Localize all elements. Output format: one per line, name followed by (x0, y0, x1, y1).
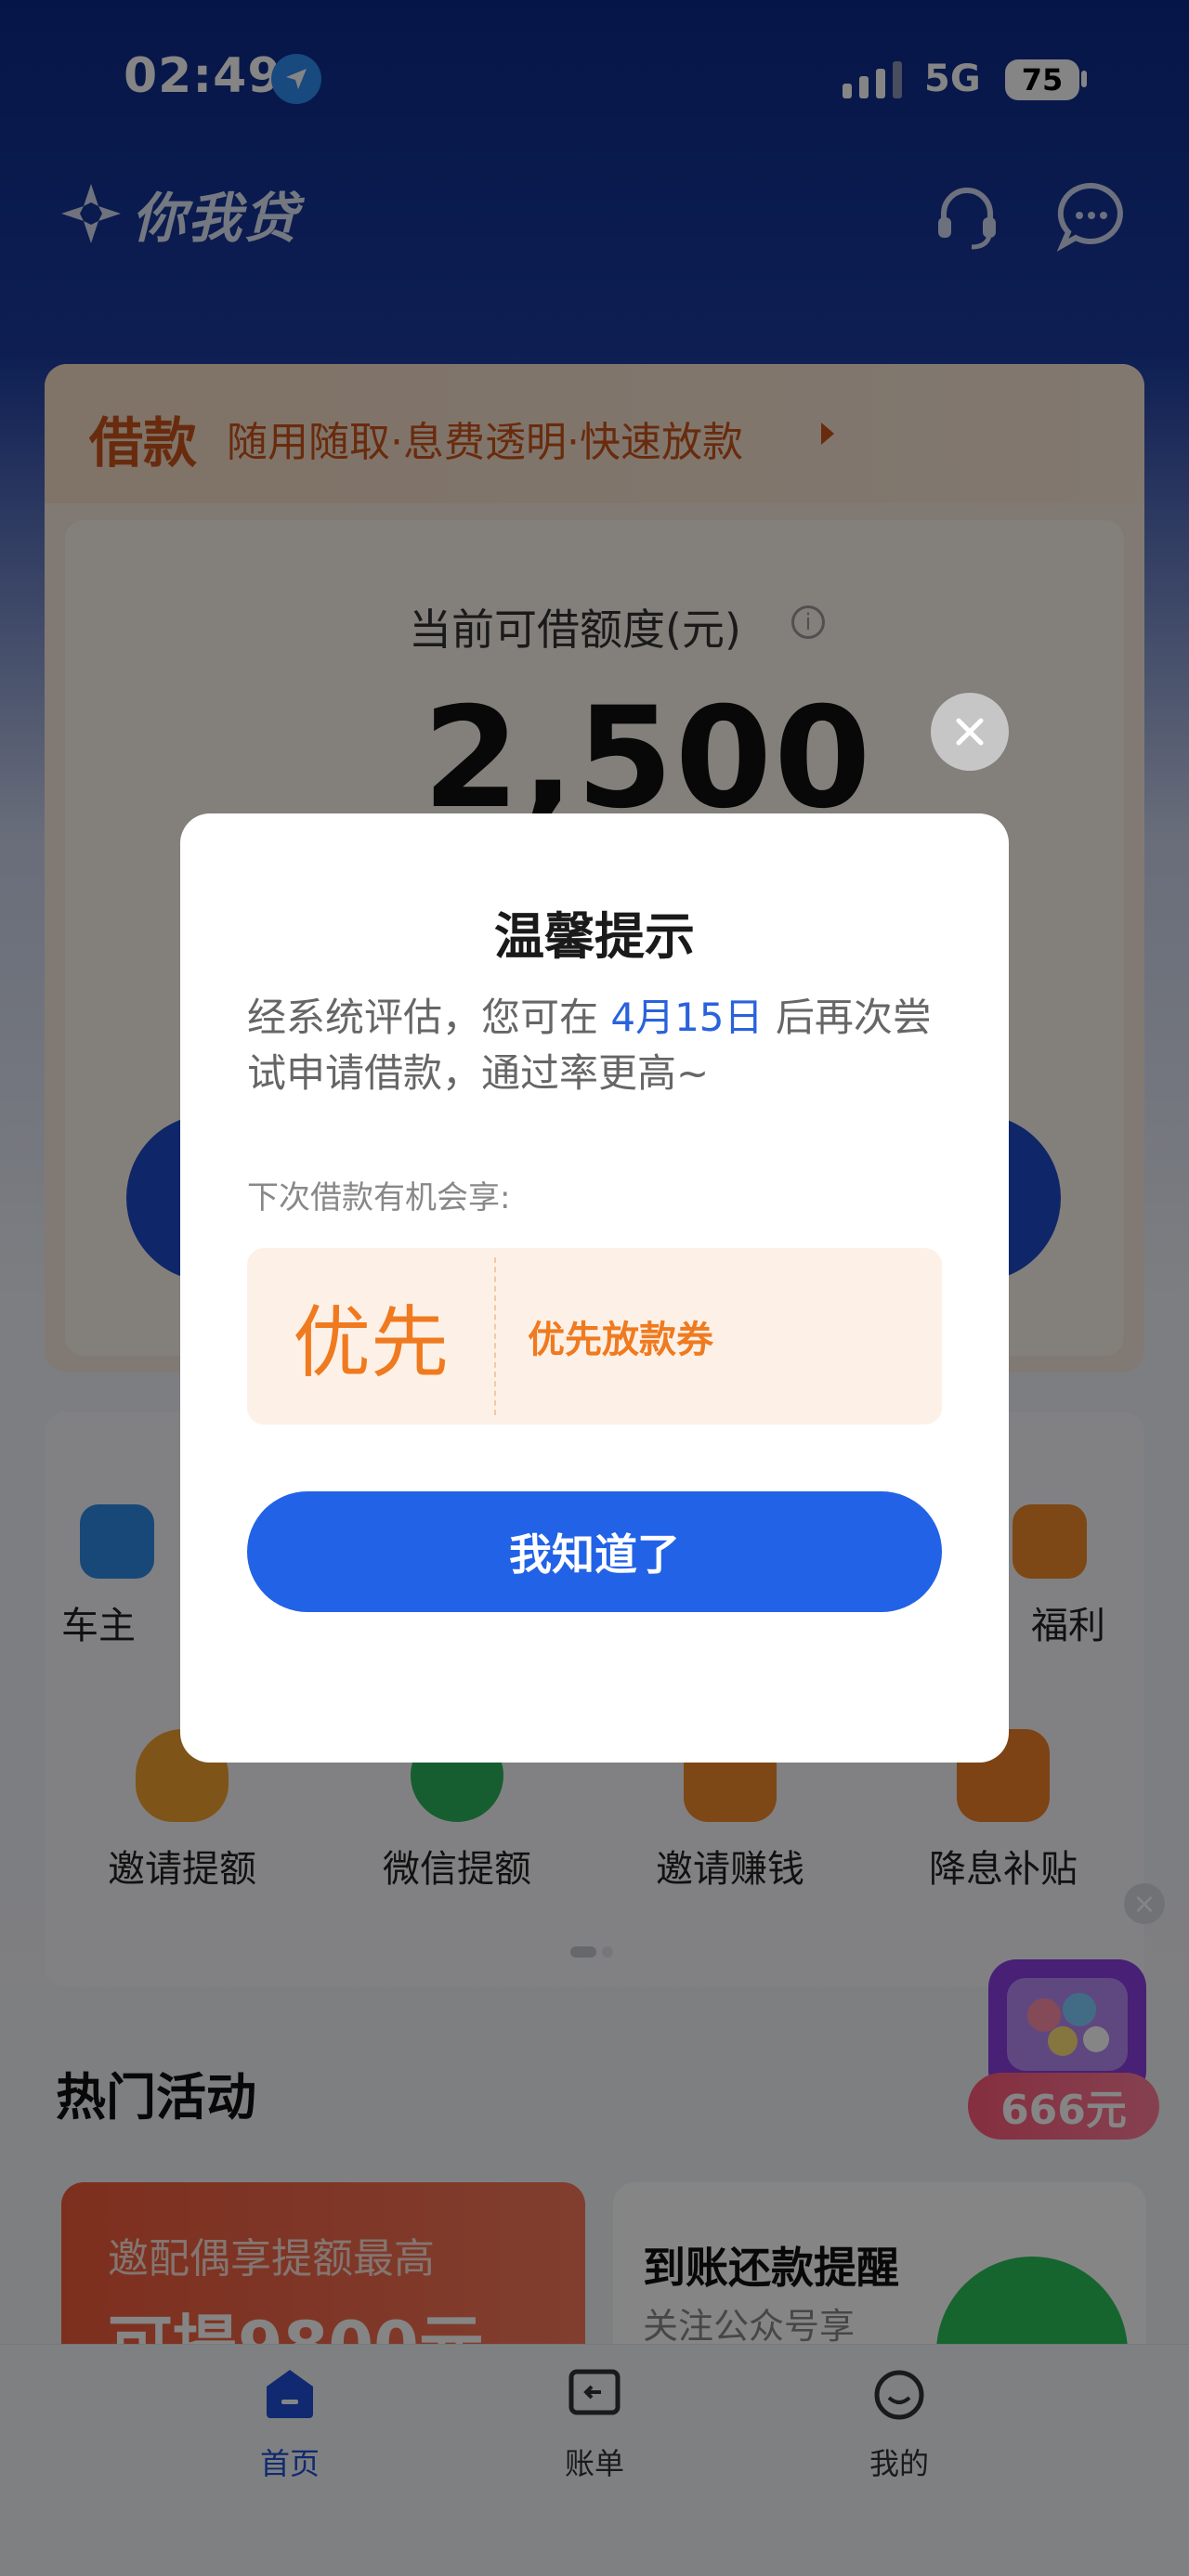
coupon-badge-text: 优先 (292, 1296, 449, 1388)
modal-close-button[interactable] (931, 693, 1009, 771)
coupon-divider (494, 1257, 496, 1415)
dialog-message: 经系统评估，您可在 4月15日 后再次尝试申请借款，通过率更高~ (247, 990, 953, 1101)
priority-coupon: 优先 优先放款券 (247, 1248, 942, 1425)
coupon-name: 优先放款券 (528, 1319, 713, 1361)
confirm-button[interactable]: 我知道了 (247, 1491, 942, 1612)
dialog-title: 温馨提示 (494, 907, 695, 966)
notice-dialog: 温馨提示 经系统评估，您可在 4月15日 后再次尝试申请借款，通过率更高~ 下次… (180, 813, 1009, 1763)
next-apply-date: 4月15日 (610, 995, 764, 1040)
close-icon (956, 718, 984, 746)
benefit-subtitle: 下次借款有机会享: (247, 1179, 511, 1216)
message-text-before: 经系统评估，您可在 (247, 995, 611, 1040)
